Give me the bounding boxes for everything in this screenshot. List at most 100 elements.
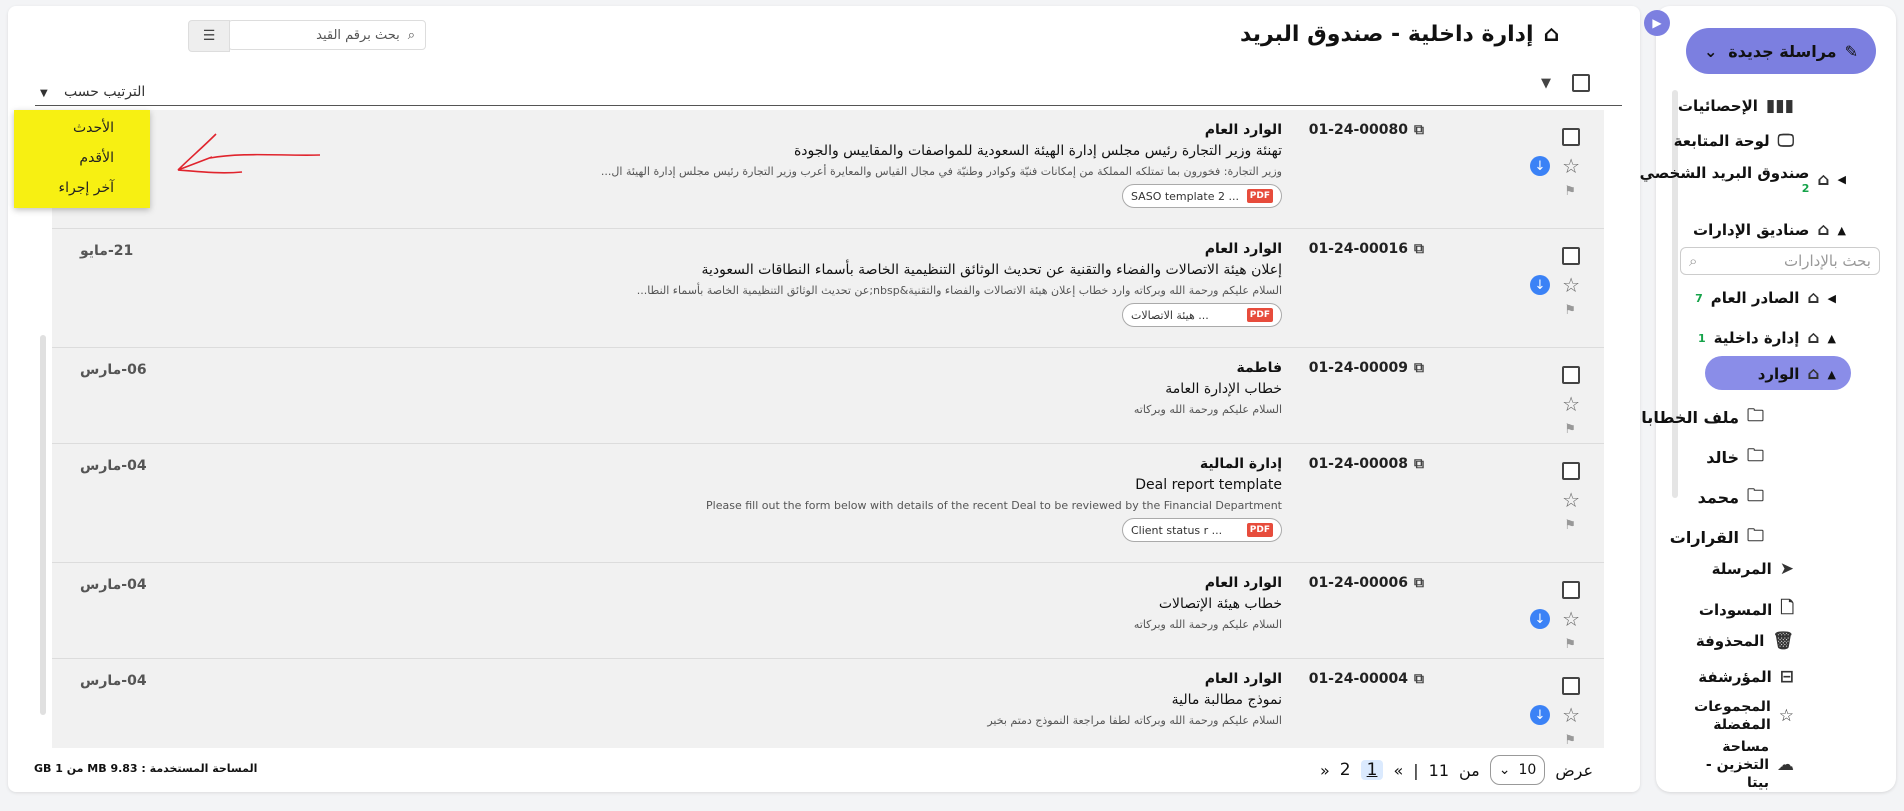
row-checkbox[interactable] — [1562, 462, 1580, 480]
sidebar-item-deleted[interactable]: 🗑 المحذوفة — [1696, 631, 1794, 651]
star-icon[interactable]: ☆ — [1562, 607, 1580, 631]
snippet: السلام عليكم ورحمة الله وبركاته — [1133, 403, 1282, 416]
first-page-button[interactable]: « — [1393, 761, 1403, 780]
star-icon: ☆ — [1778, 706, 1794, 727]
sidebar-item-decisions[interactable]: 🗀 القرارات — [1670, 523, 1764, 552]
chevron-down-icon[interactable]: ⌄ — [1704, 42, 1717, 61]
per-page-select[interactable]: ⌄ 10 — [1489, 755, 1546, 785]
table-row[interactable]: ↓ ☆ ⚑ 01-24-00004 ⧉ الوارد العام نموذج مط… — [52, 659, 1604, 748]
sidebar-item-sent[interactable]: ➤ المرسلة — [1712, 559, 1794, 579]
sort-by-label[interactable]: الترتيب حسب — [64, 84, 145, 100]
flag-icon[interactable]: ⚑ — [1564, 733, 1576, 748]
snippet: السلام عليكم ورحمة الله وبركاته — [1133, 618, 1282, 631]
table-row[interactable]: ☆ ⚑ 01-24-00008 ⧉ إدارة المالية Deal repo… — [52, 444, 1604, 563]
sort-option-oldest[interactable]: الأقدم — [79, 150, 114, 166]
sidebar-scrollbar[interactable] — [1672, 90, 1678, 498]
snippet: وزير التجارة: فخورون بما تمتلكه المملكة … — [600, 165, 1282, 178]
caret-left-icon[interactable]: ◀ — [1838, 173, 1846, 186]
reference-text: 01-24-00004 — [1308, 671, 1408, 687]
list-scrollbar[interactable] — [40, 335, 46, 715]
sidebar-item-incoming[interactable]: ▲ ⌂ الوارد — [1758, 364, 1836, 384]
pagination: » 2 1 « | 11 من ⌄ 10 عرض — [1320, 754, 1593, 786]
sidebar-item-storage-beta[interactable]: ☁ مساحة التخزين - بيتا — [1704, 738, 1794, 793]
play-icon: ▶ — [1652, 16, 1662, 30]
copy-icon[interactable]: ⧉ — [1414, 360, 1424, 376]
download-icon[interactable]: ↓ — [1530, 705, 1550, 725]
caret-left-icon[interactable]: ◀ — [1828, 292, 1836, 305]
copy-icon[interactable]: ⧉ — [1414, 122, 1424, 138]
sidebar-item-favorite-groups[interactable]: ☆ المجموعات المفضلة — [1694, 698, 1794, 734]
download-icon[interactable]: ↓ — [1530, 609, 1550, 629]
sidebar-item-label: القرارات — [1669, 528, 1739, 547]
flag-icon[interactable]: ⚑ — [1564, 518, 1576, 533]
table-row[interactable]: ↓ ☆ ⚑ 01-24-00006 ⧉ الوارد العام خطاب هيئ… — [52, 563, 1604, 659]
attachment-chip[interactable]: هيئة الاتصالات ... PDF — [1122, 303, 1282, 327]
row-checkbox[interactable] — [1562, 128, 1580, 146]
star-icon[interactable]: ☆ — [1562, 703, 1580, 727]
storage-usage: المساحة المستخدمة : MB 9.83 من GB 1 — [34, 762, 258, 775]
page-1-button[interactable]: 1 — [1360, 760, 1384, 780]
sidebar-item-label: إدارة داخلية — [1713, 329, 1800, 347]
page-2-button[interactable]: 2 — [1340, 760, 1351, 780]
subject: Deal report template — [1135, 477, 1282, 493]
select-dropdown-icon[interactable]: ▼ — [1541, 76, 1551, 91]
star-icon[interactable]: ☆ — [1562, 273, 1580, 297]
search-input[interactable]: ⌕ بحث برقم القيد — [228, 20, 426, 50]
sidebar-item-letters-folder[interactable]: 🗀 ملف الخطابات — [1625, 403, 1764, 432]
row-checkbox[interactable] — [1562, 581, 1580, 599]
caret-up-icon[interactable]: ▲ — [1828, 332, 1836, 345]
table-row[interactable]: ☆ ⚑ 01-24-00009 ⧉ فاطمة خطاب الإدارة العا… — [52, 348, 1604, 444]
sort-option-newest[interactable]: الأحدث — [73, 120, 114, 136]
sidebar-item-internal-admin[interactable]: ▲ ⌂ إدارة داخلية 1 — [1698, 328, 1836, 348]
copy-icon[interactable]: ⧉ — [1414, 456, 1424, 472]
copy-icon[interactable]: ⧉ — [1414, 241, 1424, 257]
sidebar-item-statistics[interactable]: ▮▮▮ الإحصائيات — [1678, 96, 1794, 116]
star-icon[interactable]: ☆ — [1562, 392, 1580, 416]
attachment-chip[interactable]: Client status r ... PDF — [1122, 518, 1282, 542]
caret-up-icon[interactable]: ▲ — [1828, 368, 1836, 381]
sidebar-item-khaled[interactable]: 🗀 خالد — [1706, 443, 1764, 472]
star-icon[interactable]: ☆ — [1562, 154, 1580, 178]
of-label: من — [1459, 760, 1480, 780]
sort-option-last-action[interactable]: آخر إجراء — [59, 180, 114, 196]
star-icon[interactable]: ☆ — [1562, 488, 1580, 512]
sort-dropdown-icon[interactable]: ▼ — [40, 88, 48, 99]
sidebar-item-archived[interactable]: ⊟ المؤرشفة — [1698, 667, 1794, 687]
flag-icon[interactable]: ⚑ — [1564, 637, 1576, 652]
filter-button[interactable]: ☰ — [188, 20, 230, 52]
caret-up-icon[interactable]: ▲ — [1838, 224, 1846, 237]
flag-icon[interactable]: ⚑ — [1564, 184, 1576, 199]
search-icon: ⌕ — [407, 27, 415, 43]
dept-search-input[interactable]: بحث بالإدارات ⌕ — [1680, 247, 1880, 275]
flag-icon[interactable]: ⚑ — [1564, 303, 1576, 318]
sort-menu: الأحدث الأقدم آخر إجراء — [14, 110, 150, 208]
sidebar-item-personal-inbox[interactable]: ◀ ⌂ صندوق البريد الشخصي 2 — [1640, 164, 1846, 195]
row-checkbox[interactable] — [1562, 677, 1580, 695]
sidebar-item-general-outgoing[interactable]: ◀ ⌂ الصادر العام 7 — [1695, 288, 1836, 308]
total-count: 11 — [1428, 760, 1449, 780]
sidebar-item-dept-boxes[interactable]: ▲ ⌂ صناديق الإدارات — [1693, 220, 1846, 240]
folder-icon: 🗀 — [1747, 446, 1764, 466]
select-all-checkbox[interactable] — [1572, 74, 1590, 92]
collapse-sidebar-button[interactable]: ▶ — [1644, 10, 1670, 36]
copy-icon[interactable]: ⧉ — [1414, 575, 1424, 591]
sender: فاطمة — [1236, 360, 1283, 376]
last-page-button[interactable]: » — [1320, 761, 1330, 780]
sidebar-item-mohammed[interactable]: 🗀 محمد — [1698, 483, 1764, 512]
row-checkbox[interactable] — [1562, 366, 1580, 384]
sidebar-item-drafts[interactable]: 🗋 المسودات — [1699, 595, 1794, 624]
trash-icon: 🗑 — [1772, 631, 1794, 651]
pdf-icon: PDF — [1246, 523, 1273, 537]
flag-icon[interactable]: ⚑ — [1564, 422, 1576, 437]
table-row[interactable]: ↓ ☆ ⚑ 01-24-00016 ⧉ الوارد العام إعلان هي… — [52, 229, 1604, 348]
download-icon[interactable]: ↓ — [1530, 275, 1550, 295]
new-message-button[interactable]: ⌄ ✎ مراسلة جديدة — [1686, 28, 1876, 74]
page-title-text: إدارة داخلية - صندوق البريد — [1240, 22, 1534, 47]
attachment-chip[interactable]: SASO template 2 ... PDF — [1122, 184, 1282, 208]
folder-icon: 🗀 — [1747, 526, 1764, 546]
sidebar-item-dashboard[interactable]: 🖵 لوحة المتابعة — [1674, 131, 1794, 151]
copy-icon[interactable]: ⧉ — [1414, 671, 1424, 687]
sidebar-item-label: صندوق البريد الشخصي — [1639, 164, 1810, 182]
row-checkbox[interactable] — [1562, 247, 1580, 265]
download-icon[interactable]: ↓ — [1530, 156, 1550, 176]
